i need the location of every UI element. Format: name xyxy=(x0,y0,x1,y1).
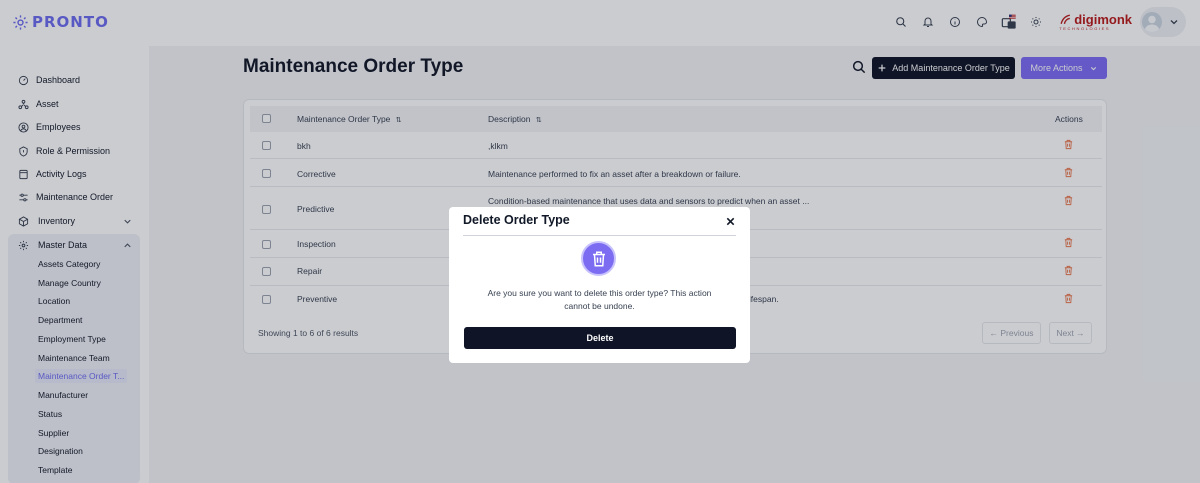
modal-message: Are you sure you want to delete this ord… xyxy=(487,288,712,311)
trash-icon xyxy=(592,251,605,266)
modal-title: Delete Order Type xyxy=(463,213,570,227)
delete-order-type-modal: Delete Order Type Are you sure you want … xyxy=(449,207,750,363)
modal-divider xyxy=(463,235,736,236)
close-icon[interactable] xyxy=(725,216,736,227)
confirm-delete-button[interactable]: Delete xyxy=(464,327,736,349)
modal-trash-badge xyxy=(581,241,616,276)
